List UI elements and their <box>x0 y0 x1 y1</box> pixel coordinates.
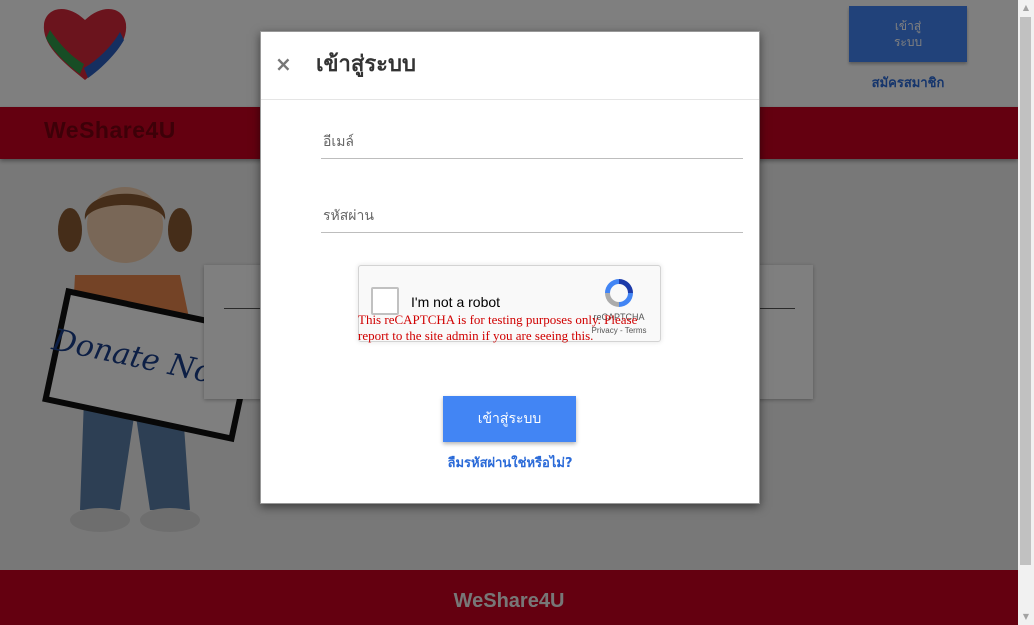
modal-header: × เข้าสู่ระบบ <box>261 32 759 100</box>
modal-title: เข้าสู่ระบบ <box>316 52 416 77</box>
recaptcha-checkbox[interactable] <box>371 287 399 315</box>
login-submit-button[interactable]: เข้าสู่ระบบ <box>443 396 576 442</box>
password-field[interactable] <box>321 198 747 234</box>
email-field-wrapper <box>321 124 747 160</box>
scroll-up-icon[interactable]: ▲ <box>1018 0 1034 16</box>
recaptcha-icon <box>605 279 633 307</box>
login-modal: × เข้าสู่ระบบ I'm not a robot reCAPTCHA … <box>260 31 760 504</box>
scrollbar[interactable]: ▲ ▼ <box>1018 0 1034 625</box>
recaptcha-label: I'm not a robot <box>411 294 501 310</box>
scroll-down-icon[interactable]: ▼ <box>1018 609 1034 625</box>
close-icon[interactable]: × <box>275 52 292 76</box>
password-field-wrapper <box>321 198 747 234</box>
email-field[interactable] <box>321 124 747 160</box>
recaptcha-warning: This reCAPTCHA is for testing purposes o… <box>358 312 638 343</box>
scroll-thumb[interactable] <box>1020 17 1031 565</box>
forgot-password-link[interactable]: ลืมรหัสผ่านใช่หรือไม่? <box>411 452 609 473</box>
